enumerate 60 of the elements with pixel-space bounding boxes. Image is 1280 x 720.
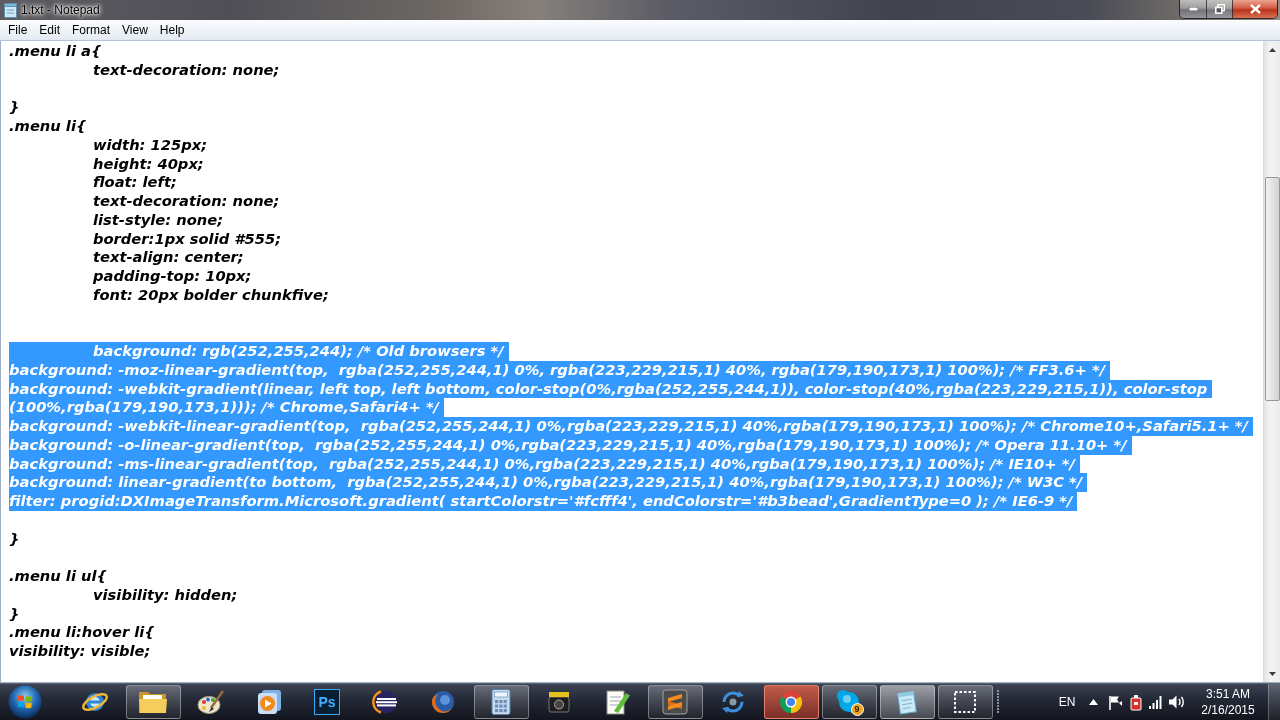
grip-icon: [997, 690, 1000, 714]
minimize-button[interactable]: [1180, 0, 1206, 18]
code-line: .menu li ul{: [9, 567, 107, 586]
code-line: visibility: visible;: [9, 642, 151, 661]
striped-circle-icon: [371, 688, 399, 716]
code-line: border:1px solid #555;: [92, 229, 282, 249]
code-line: text-decoration: none;: [92, 60, 280, 80]
text-area-field[interactable]: [1, 41, 1263, 682]
play-icon: [255, 688, 283, 716]
menu-item[interactable]: Edit: [33, 20, 67, 40]
logo-tile: Ps: [314, 689, 340, 715]
code-line: text-decoration: none;: [92, 192, 280, 211]
segmented-circle-icon: [777, 688, 805, 716]
menu-item[interactable]: File: [2, 20, 34, 40]
clock-time: 3:51 AM: [1206, 686, 1250, 702]
scrollbar-thumb[interactable]: [1264, 177, 1280, 401]
restore-button[interactable]: [1206, 0, 1232, 18]
minimize-icon: [1188, 7, 1198, 11]
code-line: }: [9, 604, 20, 624]
show-desktop-button[interactable]: [1268, 684, 1280, 720]
code-line: float: left;: [92, 173, 177, 192]
code-line: .menu li{: [9, 117, 87, 136]
speaker-icon: [1169, 695, 1185, 709]
dashed-square-icon: [951, 688, 979, 716]
restore-icon: [1214, 4, 1225, 14]
notepad-pen-icon: [603, 688, 631, 716]
palette-icon: [197, 688, 225, 716]
code-line: .menu li a{: [9, 42, 102, 61]
caret-up-icon: [1088, 699, 1098, 705]
close-button[interactable]: [1232, 0, 1277, 18]
code-line: }: [9, 98, 20, 117]
menu-item[interactable]: Format: [66, 20, 117, 40]
signal-bars-icon: [1149, 695, 1163, 709]
folder-icon: [138, 689, 168, 715]
code-line: font: 20px bolder chunkfive;: [92, 285, 329, 305]
code-line: text-align: center;: [92, 248, 244, 267]
code-line: visibility: hidden;: [92, 585, 238, 605]
close-icon: [1249, 4, 1261, 14]
flag-icon: [1107, 694, 1123, 710]
taskbar-button[interactable]: [763, 685, 819, 719]
menu-item[interactable]: Help: [153, 20, 191, 40]
code-line: }: [9, 529, 20, 549]
window-title: 1.txt - Notepad: [21, 2, 100, 19]
stripe-tile-icon: [661, 688, 689, 716]
taskbar-button[interactable]: 9: [821, 685, 877, 719]
code-line: height: 40px;: [92, 154, 204, 174]
battery-icon: [1130, 693, 1142, 711]
code-line: list-style: none;: [92, 210, 224, 230]
orb-icon: [8, 685, 42, 719]
taskbar-button[interactable]: Ps: [299, 685, 355, 719]
code-line: padding-top: 10px;: [92, 267, 252, 286]
notepad-icon: [4, 3, 17, 18]
caret-up-icon: [1268, 47, 1276, 52]
code-line: .menu li:hover li{: [9, 623, 155, 642]
language-button[interactable]: EN: [1052, 687, 1082, 717]
fox-globe-icon: [429, 688, 457, 716]
caret-down-icon: [1268, 671, 1276, 676]
menu-item[interactable]: View: [116, 20, 154, 40]
clock-date: 2/16/2015: [1201, 702, 1255, 718]
code-line: width: 125px;: [92, 135, 208, 155]
